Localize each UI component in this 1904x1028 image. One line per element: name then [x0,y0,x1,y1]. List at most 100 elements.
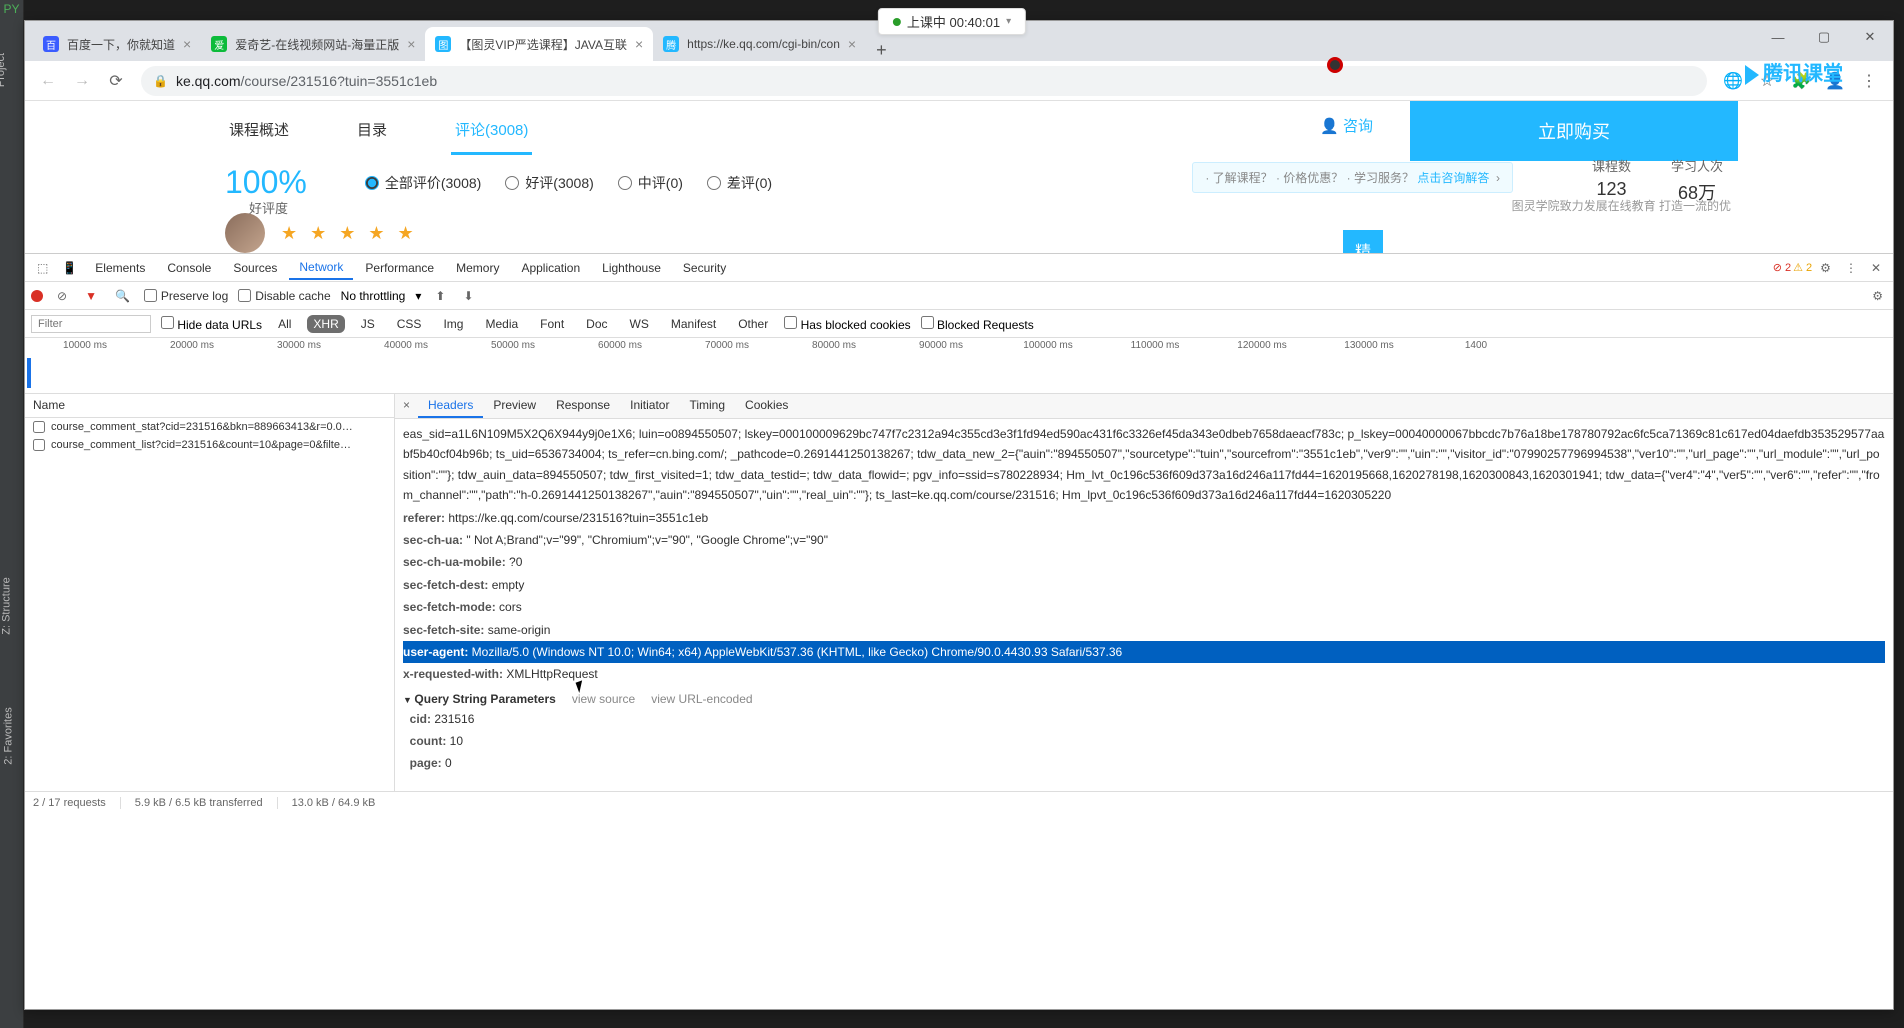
reload-button[interactable]: ⟳ [101,66,131,96]
panel-sources[interactable]: Sources [223,257,287,279]
header-line[interactable]: sec-fetch-dest: empty [403,574,1885,596]
recording-indicator[interactable]: 上课中 00:40:01 ▾ [878,8,1026,35]
filter-img[interactable]: Img [437,315,469,333]
device-icon[interactable]: 📱 [56,257,83,279]
qsp-section[interactable]: Query String Parametersview sourceview U… [403,686,1885,708]
url-input[interactable]: 🔒 ke.qq.com/course/231516?tuin=3551c1eb [141,66,1707,96]
filter-other[interactable]: Other [732,315,774,333]
download-icon[interactable]: ⬇ [459,287,477,305]
filter-bad[interactable]: 差评(0) [707,173,772,193]
tab-response[interactable]: Response [546,394,620,418]
close-icon[interactable]: × [635,36,643,52]
devtools-close-icon[interactable]: ✕ [1865,257,1887,279]
close-icon[interactable]: × [183,36,191,52]
panel-security[interactable]: Security [673,257,736,279]
blocked-requests-checkbox[interactable]: Blocked Requests [921,316,1034,332]
error-count[interactable]: ⊘ 2 [1773,261,1791,274]
panel-elements[interactable]: Elements [85,257,155,279]
ide-tab-project[interactable]: Project [0,53,7,87]
panel-lighthouse[interactable]: Lighthouse [592,257,671,279]
settings-icon[interactable]: ⚙ [1814,257,1837,279]
search-icon[interactable]: 🔍 [111,287,134,305]
tencent-class-logo: 腾讯课堂 [1745,57,1843,86]
nav-overview[interactable]: 课程概述 [225,111,293,155]
ide-tab-favorites[interactable]: 2: Favorites [3,707,15,764]
name-column-header[interactable]: Name [25,394,394,418]
filter-js[interactable]: JS [355,315,381,333]
browser-tab-iqiyi[interactable]: 爱爱奇艺-在线视频网站-海量正版× [201,27,425,61]
filter-doc[interactable]: Doc [580,315,613,333]
panel-application[interactable]: Application [511,257,590,279]
has-blocked-cookies-checkbox[interactable]: Has blocked cookies [784,316,910,332]
qsp-line[interactable]: count: 10 [403,730,1885,752]
cookie-header-line[interactable]: eas_sid=a1L6N109M5X2Q6X944y9j0e1X6; luin… [403,423,1885,507]
inspect-icon[interactable]: ⬚ [31,257,54,279]
menu-icon[interactable]: ⋮ [1853,65,1885,97]
panel-network[interactable]: Network [289,256,353,280]
filter-all[interactable]: 全部评价(3008) [365,173,481,193]
browser-tab-api[interactable]: 腾https://ke.qq.com/cgi-bin/con× [653,27,866,61]
more-icon[interactable]: ⋮ [1839,257,1863,279]
request-row[interactable]: course_comment_list?cid=231516&count=10&… [25,436,394,454]
new-tab-button[interactable]: + [866,40,897,61]
view-urlencoded-link[interactable]: view URL-encoded [651,692,752,706]
panel-memory[interactable]: Memory [446,257,509,279]
network-timeline[interactable]: 10000 ms20000 ms30000 ms40000 ms50000 ms… [25,338,1893,394]
panel-performance[interactable]: Performance [355,257,444,279]
ide-tab-structure[interactable]: Z: Structure [1,577,13,634]
preserve-log-checkbox[interactable]: Preserve log [144,289,228,303]
header-line[interactable]: x-requested-with: XMLHttpRequest [403,663,1885,685]
close-detail-icon[interactable]: × [395,394,418,418]
request-row[interactable]: course_comment_stat?cid=231516&bkn=88966… [25,418,394,436]
hide-data-urls-checkbox[interactable]: Hide data URLs [161,316,262,332]
header-line[interactable]: sec-ch-ua: " Not A;Brand";v="99", "Chrom… [403,529,1885,551]
warning-count[interactable]: ⚠ 2 [1793,261,1812,274]
browser-tab-baidu[interactable]: 百百度一下，你就知道× [33,27,201,61]
consult-button[interactable]: 咨询 [1320,115,1373,136]
tab-timing[interactable]: Timing [679,394,735,418]
qsp-line[interactable]: page: 0 [403,752,1885,774]
filter-mid[interactable]: 中评(0) [618,173,683,193]
header-line[interactable]: referer: https://ke.qq.com/course/231516… [403,507,1885,529]
nav-catalog[interactable]: 目录 [353,111,391,155]
filter-ws[interactable]: WS [624,315,655,333]
throttling-select[interactable]: No throttling [341,289,406,303]
filter-xhr[interactable]: XHR [307,315,344,333]
header-line[interactable]: user-agent: Mozilla/5.0 (Windows NT 10.0… [403,641,1885,663]
header-line[interactable]: sec-fetch-site: same-origin [403,619,1885,641]
tab-headers[interactable]: Headers [418,394,483,418]
forward-button[interactable]: → [67,66,97,96]
minimize-button[interactable]: — [1755,21,1801,53]
tab-initiator[interactable]: Initiator [620,394,679,418]
buy-now-button[interactable]: 立即购买 [1410,101,1738,161]
close-icon[interactable]: × [848,36,856,52]
view-source-link[interactable]: view source [572,692,635,706]
tab-preview[interactable]: Preview [483,394,546,418]
header-line[interactable]: sec-ch-ua-mobile: ?0 [403,551,1885,573]
filter-input[interactable] [31,315,151,333]
clear-icon[interactable]: ⊘ [53,287,71,305]
filter-good[interactable]: 好评(3008) [505,173,593,193]
filter-media[interactable]: Media [479,315,524,333]
back-button[interactable]: ← [33,66,63,96]
consult-banner[interactable]: · 了解课程？ · 价格优惠？ · 学习服务？ 点击咨询解答 › [1192,162,1513,193]
header-line[interactable]: sec-fetch-mode: cors [403,596,1885,618]
settings-icon[interactable]: ⚙ [1868,287,1887,305]
close-icon[interactable]: × [407,36,415,52]
filter-all[interactable]: All [272,315,297,333]
qsp-line[interactable]: cid: 231516 [403,708,1885,730]
nav-comments[interactable]: 评论(3008) [451,111,532,155]
panel-console[interactable]: Console [157,257,221,279]
close-button[interactable]: ✕ [1847,21,1893,53]
consult-link[interactable]: 点击咨询解答 [1417,171,1489,185]
filter-css[interactable]: CSS [391,315,428,333]
filter-funnel-icon[interactable]: ▼ [81,287,101,305]
maximize-button[interactable]: ▢ [1801,21,1847,53]
disable-cache-checkbox[interactable]: Disable cache [238,289,330,303]
record-icon[interactable] [31,290,43,302]
upload-icon[interactable]: ⬆ [431,287,449,305]
filter-manifest[interactable]: Manifest [665,315,722,333]
browser-tab-course[interactable]: 图【图灵VIP严选课程】JAVA互联× [425,27,653,61]
filter-font[interactable]: Font [534,315,570,333]
tab-cookies[interactable]: Cookies [735,394,798,418]
